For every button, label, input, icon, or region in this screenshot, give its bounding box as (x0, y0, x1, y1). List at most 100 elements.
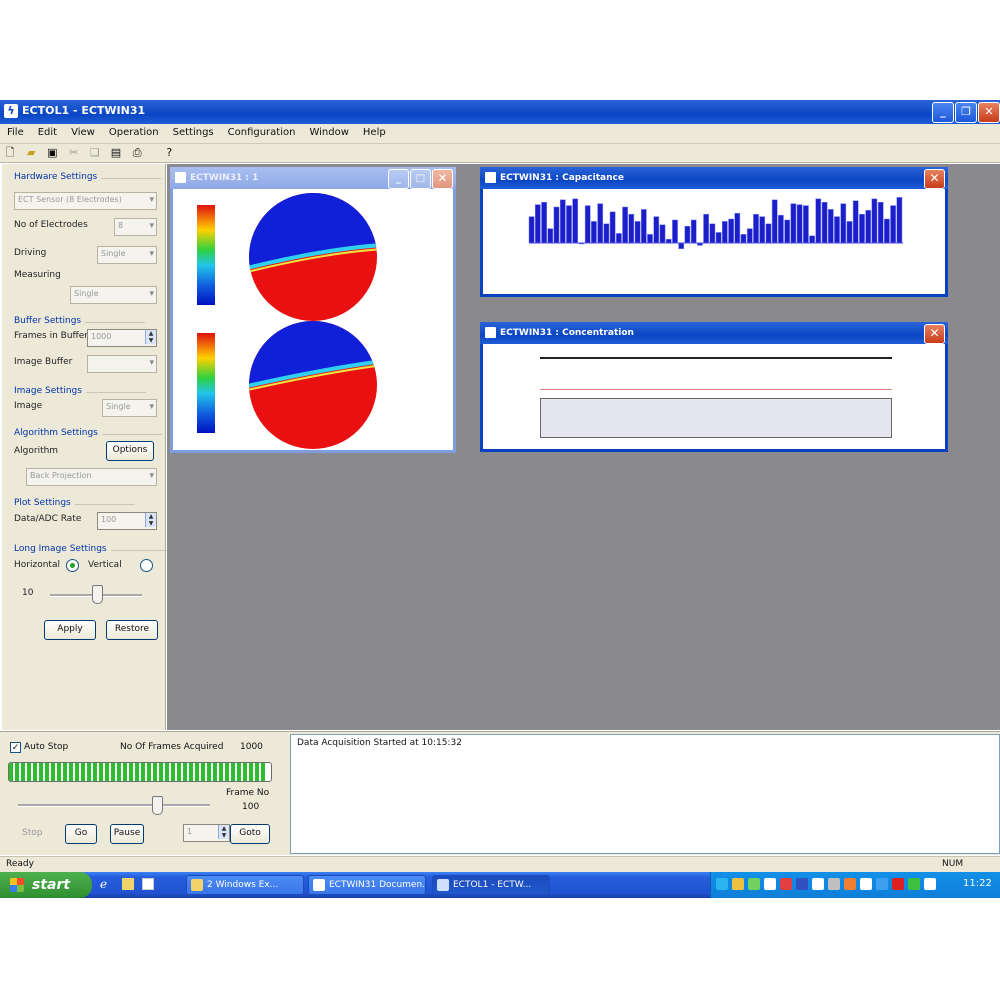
image-window-close[interactable]: ✕ (432, 169, 453, 189)
volume-icon[interactable] (764, 878, 776, 890)
auto-stop-label: Auto Stop (24, 742, 69, 752)
help-icon[interactable]: ? (162, 146, 176, 160)
menu-operation[interactable]: Operation (102, 124, 166, 138)
concentration-window-close[interactable]: ✕ (924, 324, 945, 344)
capacitance-bar (809, 235, 815, 244)
apply-button[interactable]: Apply (44, 620, 96, 640)
new-icon[interactable]: 🗋 (3, 146, 17, 160)
capacitance-bar (628, 213, 635, 244)
menu-settings[interactable]: Settings (166, 124, 221, 138)
goto-button[interactable]: Goto (230, 824, 270, 844)
pause-button[interactable]: Pause (110, 824, 144, 844)
colorbar-bottom (197, 333, 215, 433)
minimize-button[interactable]: _ (932, 102, 954, 123)
menu-file[interactable]: File (0, 124, 31, 138)
image-window-minimize[interactable]: _ (388, 169, 409, 189)
main-title-bar: ϟ ECTOL1 - ECTWIN31 _ ❐ ✕ (0, 100, 1000, 124)
network-icon[interactable] (716, 878, 728, 890)
frame-slider-thumb[interactable] (152, 796, 163, 815)
options-button[interactable]: Options (106, 441, 154, 461)
antivirus-icon[interactable] (780, 878, 792, 890)
battery-icon[interactable] (908, 878, 920, 890)
image-window-maximize[interactable]: □ (410, 169, 431, 189)
cut-icon[interactable]: ✂ (67, 146, 81, 160)
capacitance-window-icon (485, 172, 496, 183)
print-icon[interactable]: ⎙ (130, 146, 144, 160)
capacitance-bar (796, 204, 803, 244)
concentration-window-icon (485, 327, 496, 338)
menu-help[interactable]: Help (356, 124, 393, 138)
image-window-title-bar: ECTWIN31 : 1 _ □ ✕ (170, 167, 456, 189)
printer-icon[interactable] (828, 878, 840, 890)
start-label: start (32, 877, 71, 893)
desktop-quicklaunch-icon[interactable] (142, 878, 154, 890)
capacitance-window[interactable]: ECTWIN31 : Capacitance ✕ (480, 167, 948, 297)
acquisition-progress-fill (9, 763, 266, 781)
menu-view[interactable]: View (64, 124, 102, 138)
long-image-slider-label: 10 (22, 588, 34, 598)
stop-button[interactable]: Stop (22, 828, 42, 838)
image-buffer-label: Image Buffer (14, 357, 73, 367)
taskbar-item-explorer[interactable]: 2 Windows Ex... (186, 875, 304, 895)
display-icon[interactable] (796, 878, 808, 890)
save-icon[interactable]: ▣ (45, 146, 59, 160)
buffer-settings-group: Buffer Settings (14, 316, 146, 326)
alert-icon[interactable] (892, 878, 904, 890)
start-button[interactable]: start (0, 872, 92, 898)
step-spin-arrows[interactable]: ▲ ▼ (218, 825, 229, 839)
restore-button[interactable]: ❐ (955, 102, 977, 123)
buffer-spin[interactable]: 1000 ▲ ▼ (87, 329, 157, 347)
capacitance-bar (821, 201, 828, 244)
buffer-spin-arrows[interactable]: ▲ ▼ (145, 330, 156, 344)
paste-icon[interactable]: ▤ (109, 146, 123, 160)
image-select[interactable]: Single (102, 399, 157, 417)
taskbar-item-ectol1[interactable]: ECTOL1 - ECTW... (432, 875, 550, 895)
auto-stop-checkbox[interactable]: ✓ (10, 742, 21, 753)
open-icon[interactable]: ▰ (24, 146, 38, 160)
concentration-window-title: ECTWIN31 : Concentration (500, 328, 634, 338)
image-buffer-input[interactable] (87, 355, 157, 373)
language-icon[interactable] (924, 878, 936, 890)
update-icon[interactable] (844, 878, 856, 890)
menu-edit[interactable]: Edit (31, 124, 64, 138)
go-button[interactable]: Go (65, 824, 97, 844)
status-num: NUM (942, 859, 964, 869)
wireless-icon[interactable] (876, 878, 888, 890)
copy-icon[interactable]: ❏ (88, 146, 102, 160)
image-window[interactable]: ECTWIN31 : 1 _ □ ✕ (170, 167, 456, 453)
drive-select[interactable]: Single (97, 246, 157, 264)
data-rate-spin[interactable]: 100 ▲ ▼ (97, 512, 157, 530)
security-icon[interactable] (748, 878, 760, 890)
capacitance-window-close[interactable]: ✕ (924, 169, 945, 189)
horizontal-radio[interactable] (66, 559, 79, 572)
algorithm-select[interactable]: Back Projection (26, 468, 157, 486)
long-image-slider-thumb[interactable] (92, 585, 103, 604)
measuring-select[interactable]: Single (70, 286, 157, 304)
messenger-icon[interactable] (732, 878, 744, 890)
electrodes-select[interactable]: 8 (114, 218, 157, 236)
capacitance-bar (665, 238, 672, 244)
step-spin[interactable]: 1 ▲ ▼ (183, 824, 230, 842)
log-area[interactable]: Data Acquisition Started at 10:15:32 (290, 734, 1000, 854)
vertical-radio[interactable] (140, 559, 153, 572)
folder-quicklaunch-icon[interactable] (122, 878, 134, 890)
menu-configuration[interactable]: Configuration (221, 124, 303, 138)
plot-settings-group: Plot Settings (14, 498, 135, 508)
menu-window[interactable]: Window (302, 124, 355, 138)
capacitance-bar (884, 218, 890, 244)
capacitance-bar (852, 200, 859, 244)
close-button[interactable]: ✕ (978, 102, 1000, 123)
sensor-type-select[interactable]: ECT Sensor (8 Electrodes) (14, 192, 157, 210)
taskbar-item-document[interactable]: ECTWIN31 Documen... (308, 875, 426, 895)
capacitance-bar (877, 201, 884, 244)
capacitance-bar (653, 216, 660, 244)
concentration-window[interactable]: ECTWIN31 : Concentration ✕ (480, 322, 948, 452)
app-icon: ϟ (4, 104, 18, 118)
restore-settings-button[interactable]: Restore (106, 620, 158, 640)
data-rate-spin-arrows[interactable]: ▲ ▼ (145, 513, 156, 527)
bluetooth-icon[interactable] (860, 878, 872, 890)
concentration-plot (540, 398, 892, 438)
ie-quicklaunch-icon[interactable]: ℯ (100, 877, 107, 891)
frame-slider-track[interactable] (18, 804, 210, 807)
usb-icon[interactable] (812, 878, 824, 890)
